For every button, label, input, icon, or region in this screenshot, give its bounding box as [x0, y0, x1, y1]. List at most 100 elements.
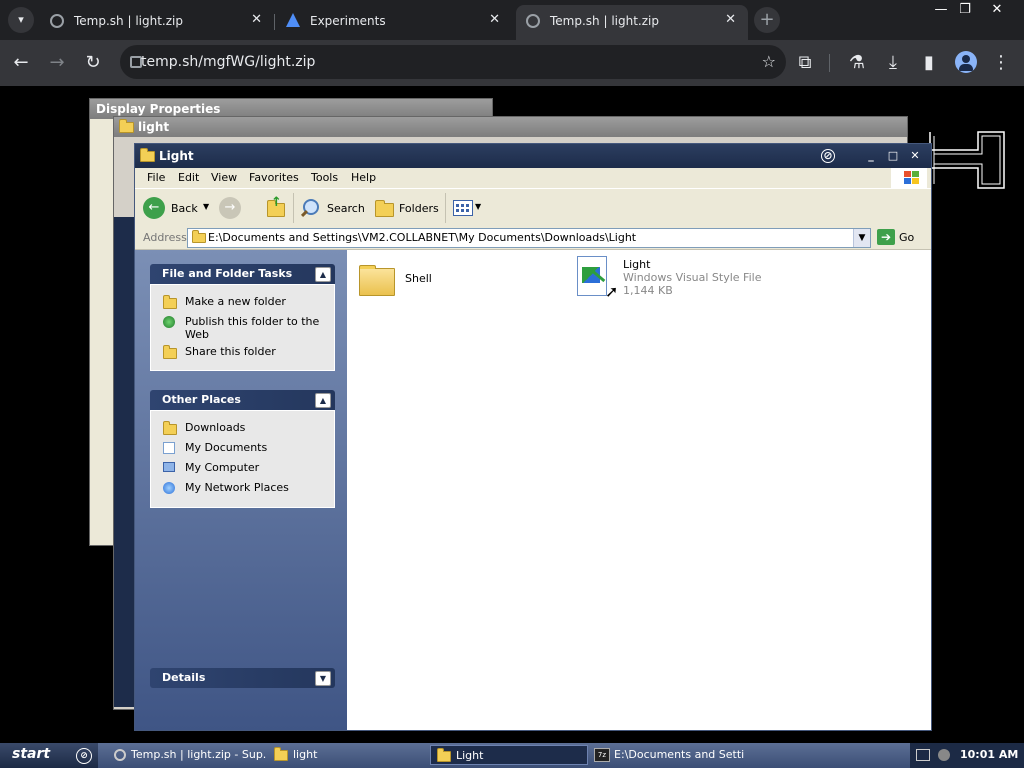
maximize-icon[interactable]: □	[885, 148, 901, 164]
my-computer-icon	[163, 462, 175, 472]
place-label: My Network Places	[185, 481, 289, 494]
other-places-body: Downloads My Documents My Computer My Ne…	[150, 410, 335, 508]
tray-status-icon[interactable]	[938, 749, 950, 761]
taskbar-task-light-back[interactable]: light	[274, 745, 424, 765]
go-label: Go	[899, 231, 915, 244]
dropdown-arrow-icon[interactable]: ▼	[203, 202, 209, 211]
address-field[interactable]: E:\Documents and Settings\VM2.COLLABNET\…	[187, 228, 871, 248]
task-label: Temp.sh | light.zip - Sup...	[131, 748, 266, 761]
tab-temp-sh-active[interactable]: Temp.sh | light.zip ✕	[516, 5, 748, 40]
go-button[interactable]: ➔ Go	[875, 228, 925, 248]
collapse-chevron-icon[interactable]: ▲	[315, 393, 331, 408]
profile-avatar-icon[interactable]	[955, 51, 977, 73]
close-icon[interactable]: ✕	[907, 148, 923, 164]
folders-label: Folders	[399, 202, 439, 215]
start-button[interactable]: start ⊘	[0, 743, 98, 768]
flask-icon	[286, 13, 300, 27]
folders-icon	[375, 200, 394, 217]
labs-flask-icon[interactable]: ⚗	[846, 52, 868, 74]
browser-toolbar: ← → ↻ temp.sh/mgfWG/light.zip ☆ ⧉ ⚗ ⤓ ▮ …	[0, 40, 1024, 86]
task-label: Publish this folder to the Web	[185, 315, 320, 341]
tab-temp-sh-1[interactable]: Temp.sh | light.zip ✕	[40, 5, 274, 40]
windows-flag-icon	[891, 168, 927, 188]
tab-experiments[interactable]: Experiments ✕	[276, 5, 512, 40]
close-tab-icon[interactable]: ✕	[251, 12, 262, 27]
ie-icon	[114, 749, 126, 761]
address-label: Address	[143, 231, 187, 244]
folder-icon	[359, 265, 395, 296]
forward-button[interactable]: →	[219, 197, 241, 219]
forward-arrow-icon[interactable]: →	[46, 52, 68, 74]
address-dropdown-icon[interactable]: ▼	[853, 229, 870, 247]
up-folder-button[interactable]: ↑	[265, 195, 287, 219]
section-title: File and Folder Tasks	[162, 267, 293, 280]
menu-kebab-icon[interactable]: ⋮	[990, 52, 1012, 74]
details-header[interactable]: Details ▼	[150, 668, 335, 688]
back-button[interactable]: ← Back ▼	[143, 197, 211, 219]
globe-icon	[163, 316, 175, 328]
reload-icon[interactable]: ↻	[82, 52, 104, 74]
views-button[interactable]: ▼	[453, 197, 485, 219]
tab-title: Temp.sh | light.zip	[74, 14, 183, 28]
close-tab-icon[interactable]: ✕	[725, 12, 736, 27]
share-folder-icon	[163, 345, 177, 359]
taskbar-task-7zip[interactable]: 7z E:\Documents and Setti...	[594, 745, 744, 765]
task-label: Make a new folder	[185, 295, 286, 308]
menu-file[interactable]: File	[147, 171, 165, 184]
back-arrow-icon[interactable]: ←	[10, 52, 32, 74]
taskbar-task-light-active[interactable]: Light	[430, 745, 588, 765]
new-tab-plus-icon[interactable]: +	[754, 7, 780, 33]
browser-tab-strip: ▾ Temp.sh | light.zip ✕ Experiments ✕ Te…	[0, 0, 1024, 40]
globe-icon	[50, 14, 64, 28]
download-icon[interactable]: ⤓	[882, 52, 904, 74]
back-pane-strip	[114, 217, 134, 707]
window-title: Light	[159, 149, 194, 163]
file-item-light[interactable]: ➚ Light Windows Visual Style File 1,144 …	[577, 254, 777, 314]
menu-help[interactable]: Help	[351, 171, 376, 184]
window-title: Display Properties	[96, 102, 221, 116]
desktop-outline-shape	[929, 131, 1005, 189]
minimize-icon[interactable]: _	[863, 148, 879, 164]
menu-favorites[interactable]: Favorites	[249, 171, 299, 184]
globe-icon	[526, 14, 540, 28]
other-places-header[interactable]: Other Places ▲	[150, 390, 335, 410]
section-title: Details	[162, 671, 206, 684]
taskbar-task-browser[interactable]: Temp.sh | light.zip - Sup...	[114, 745, 266, 765]
tab-search-chevron-icon[interactable]: ▾	[8, 7, 34, 33]
bookmark-star-icon[interactable]: ☆	[762, 52, 776, 71]
light-back-titlebar[interactable]: light	[114, 117, 907, 137]
7zip-icon: 7z	[594, 748, 610, 762]
menu-tools[interactable]: Tools	[311, 171, 338, 184]
file-name: Light	[623, 258, 651, 271]
file-item-shell[interactable]: Shell	[357, 260, 477, 300]
close-tab-icon[interactable]: ✕	[489, 12, 500, 27]
keyboard-icon[interactable]	[916, 749, 930, 761]
menu-edit[interactable]: Edit	[178, 171, 199, 184]
task-label: Light	[456, 749, 484, 762]
window-titlebar[interactable]: Light ⊘ _ □ ✕	[135, 144, 931, 168]
views-grid-icon	[453, 200, 473, 216]
explorer-window-light[interactable]: Light ⊘ _ □ ✕ File Edit View Favorites T…	[134, 143, 932, 731]
toolbar-divider	[445, 193, 446, 223]
restore-icon[interactable]: ❐	[950, 0, 980, 20]
expand-chevron-icon[interactable]: ▼	[315, 671, 331, 686]
file-folder-tasks-header[interactable]: File and Folder Tasks ▲	[150, 264, 335, 284]
collapse-chevron-icon[interactable]: ▲	[315, 267, 331, 282]
extensions-puzzle-icon[interactable]: ⧉	[794, 52, 816, 74]
task-label: E:\Documents and Setti...	[614, 748, 744, 761]
side-panel-icon[interactable]: ▮	[918, 52, 940, 74]
search-button[interactable]: Search	[300, 197, 365, 219]
folder-icon	[119, 119, 134, 133]
window-title: light	[138, 120, 170, 134]
folders-button[interactable]: Folders	[373, 197, 439, 219]
menu-view[interactable]: View	[211, 171, 237, 184]
address-path: E:\Documents and Settings\VM2.COLLABNET\…	[208, 231, 637, 244]
close-window-icon[interactable]: ✕	[982, 0, 1012, 20]
folder-icon	[192, 230, 206, 243]
url-text: temp.sh/mgfWG/light.zip	[141, 54, 316, 70]
folder-icon	[274, 746, 288, 761]
file-name: Shell	[405, 272, 432, 285]
toolbar-divider	[293, 193, 294, 223]
file-folder-tasks-body: Make a new folder Publish this folder to…	[150, 284, 335, 371]
address-bar[interactable]: temp.sh/mgfWG/light.zip ☆	[120, 45, 786, 79]
